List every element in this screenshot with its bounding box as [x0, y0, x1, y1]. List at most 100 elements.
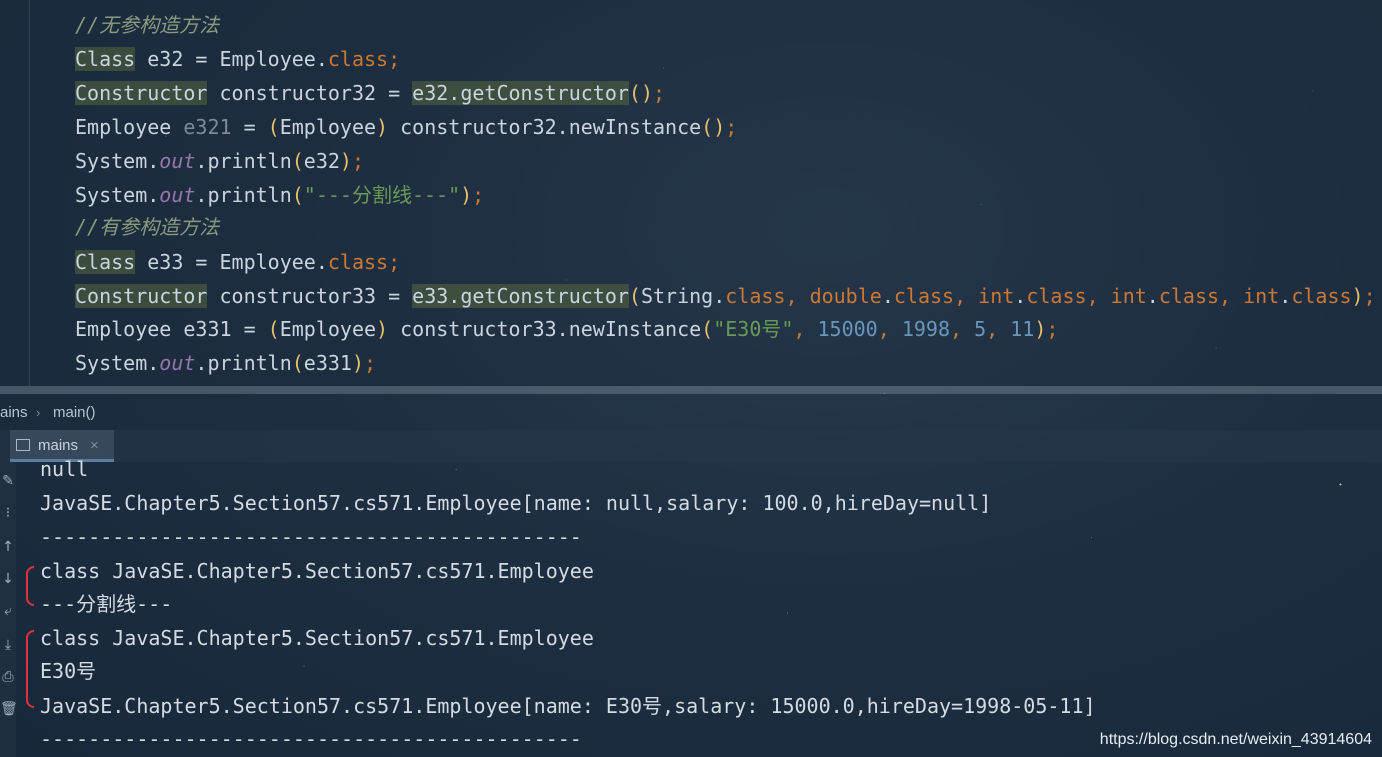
code-token: ;	[1363, 284, 1376, 308]
annotation-bracket	[26, 630, 34, 708]
code-token: ,	[954, 284, 979, 308]
code-token: out	[159, 183, 196, 207]
code-line[interactable]: Class e32 = Employee.class;	[75, 44, 400, 74]
scroll-to-end-icon[interactable]: ⤓	[0, 634, 16, 656]
code-token: ,	[877, 317, 902, 341]
code-token: )	[1351, 284, 1364, 308]
arrow-down-icon[interactable]: ↓	[0, 568, 16, 590]
code-token: class	[327, 47, 389, 71]
code-token: out	[159, 351, 196, 375]
code-token: e33 = Employee.	[135, 250, 328, 274]
code-token: ;	[351, 149, 365, 173]
code-token: .	[1146, 284, 1159, 308]
code-token: class	[893, 284, 955, 308]
soft-wrap-icon[interactable]: ⤶	[0, 600, 16, 622]
code-token: .println	[195, 149, 292, 173]
code-line[interactable]: Employee e331 = (Employee) constructor33…	[75, 314, 1058, 344]
code-token: Class	[75, 250, 136, 274]
close-icon[interactable]: ×	[90, 430, 99, 462]
console-line: E30号	[40, 659, 97, 683]
code-token: Employee	[279, 317, 377, 341]
code-token: (	[291, 183, 304, 207]
code-line[interactable]: //有参构造方法	[75, 212, 219, 242]
code-editor[interactable]: //无参构造方法 Class e32 = Employee.class; Const…	[0, 0, 1382, 386]
code-line[interactable]: //无参构造方法	[75, 10, 219, 40]
code-token: Employee	[279, 115, 377, 139]
code-token: )	[351, 351, 365, 375]
code-token: e33.getConstructor	[412, 284, 629, 308]
console-icon	[16, 439, 30, 451]
arrow-up-icon[interactable]: ↑	[0, 536, 16, 558]
editor-gutter	[29, 0, 30, 386]
code-token: (	[291, 351, 304, 375]
code-token: double	[809, 284, 882, 308]
breadcrumb-class[interactable]: ains	[0, 398, 28, 428]
code-token: Class	[75, 47, 136, 71]
code-token: e321	[183, 115, 232, 139]
code-token: System.	[75, 149, 160, 173]
code-line[interactable]: Employee e321 = (Employee) constructor32…	[75, 112, 737, 142]
code-token: int	[1243, 284, 1280, 308]
code-token: constructor33.newInstance	[388, 317, 702, 341]
code-token: (	[628, 284, 641, 308]
trash-icon[interactable]: 🗑	[0, 698, 18, 720]
ide-window: //无参构造方法 Class e32 = Employee.class; Const…	[0, 0, 1382, 757]
code-line[interactable]: Constructor constructor33 = e33.getConst…	[75, 281, 1376, 311]
code-token: (	[267, 115, 280, 139]
console-line: class JavaSE.Chapter5.Section57.cs571.Em…	[40, 559, 594, 583]
run-toolbar: ✎ ⁝ ↑ ↓ ⤶ ⤓ ⎙ 🗑	[0, 462, 18, 757]
code-token: //有参构造方法	[75, 215, 220, 239]
console-line: null	[40, 457, 89, 481]
layout-icon[interactable]: ⁝	[0, 502, 16, 524]
code-token: e331	[303, 351, 352, 375]
code-line[interactable]: System.out.println("---分割线---");	[75, 180, 484, 210]
code-token: "---分割线---"	[303, 183, 461, 207]
code-token: .println	[195, 183, 292, 207]
code-token: ;	[388, 47, 401, 71]
code-token: System.	[75, 351, 160, 375]
code-token: .	[1279, 284, 1292, 308]
code-token: ,	[1086, 284, 1111, 308]
code-token: Employee	[75, 115, 184, 139]
code-line[interactable]: Class e33 = Employee.class;	[75, 247, 400, 277]
code-token: int	[978, 284, 1015, 308]
breadcrumb-separator: ›	[36, 405, 41, 420]
breadcrumb-method[interactable]: main()	[53, 398, 96, 428]
code-token: ;	[364, 351, 377, 375]
code-token: class	[327, 250, 389, 274]
console-line: ----------------------------------------…	[40, 727, 582, 751]
code-token: ()	[701, 115, 726, 139]
code-token: ,	[785, 284, 810, 308]
code-line[interactable]: System.out.println(e331);	[75, 348, 376, 378]
code-line[interactable]: System.out.println(e32);	[75, 146, 364, 176]
code-token: )	[339, 149, 352, 173]
code-token: int	[1110, 284, 1147, 308]
code-token: 1998	[901, 317, 950, 341]
code-token: .	[881, 284, 894, 308]
code-token: ;	[472, 183, 485, 207]
print-icon[interactable]: ⎙	[0, 666, 16, 688]
code-token: constructor33 =	[207, 284, 413, 308]
code-token: e32.getConstructor	[412, 81, 629, 105]
console-line: ----------------------------------------…	[40, 525, 582, 549]
panel-splitter[interactable]	[0, 386, 1382, 394]
code-token: 11	[1010, 317, 1035, 341]
code-line[interactable]: Constructor constructor32 = e32.getConst…	[75, 78, 665, 108]
run-tab-bar: mains ×	[0, 430, 1382, 462]
console-line: ---分割线---	[40, 592, 173, 616]
code-token: .println	[195, 351, 292, 375]
code-token: System.	[75, 183, 160, 207]
code-token: 15000	[817, 317, 878, 341]
code-token: ;	[388, 250, 401, 274]
code-token: ;	[725, 115, 738, 139]
code-token: ;	[653, 81, 666, 105]
code-token: constructor32.newInstance	[388, 115, 702, 139]
code-token: class	[1291, 284, 1352, 308]
code-token: (	[701, 317, 714, 341]
code-token: Constructor	[75, 81, 208, 105]
code-token: ,	[986, 317, 1011, 341]
code-token: Employee e331 =	[75, 317, 268, 341]
edit-icon[interactable]: ✎	[0, 470, 16, 492]
code-token: .	[1014, 284, 1027, 308]
code-token: ,	[1219, 284, 1244, 308]
